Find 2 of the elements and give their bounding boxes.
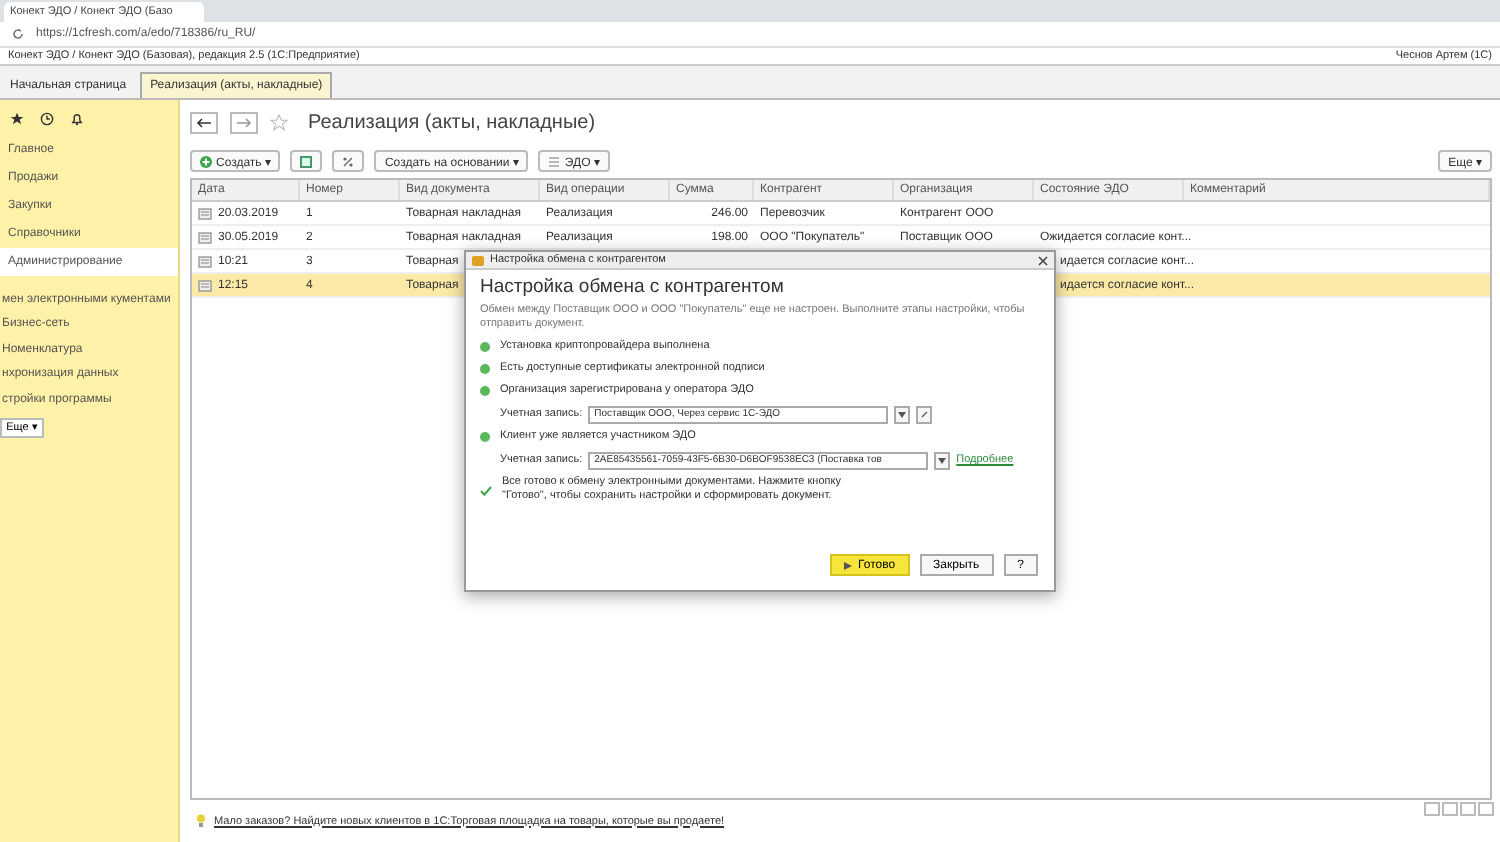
page-title: Реализация (акты, накладные) xyxy=(308,111,596,133)
dialog-heading: Настройка обмена с контрагентом xyxy=(480,276,786,298)
